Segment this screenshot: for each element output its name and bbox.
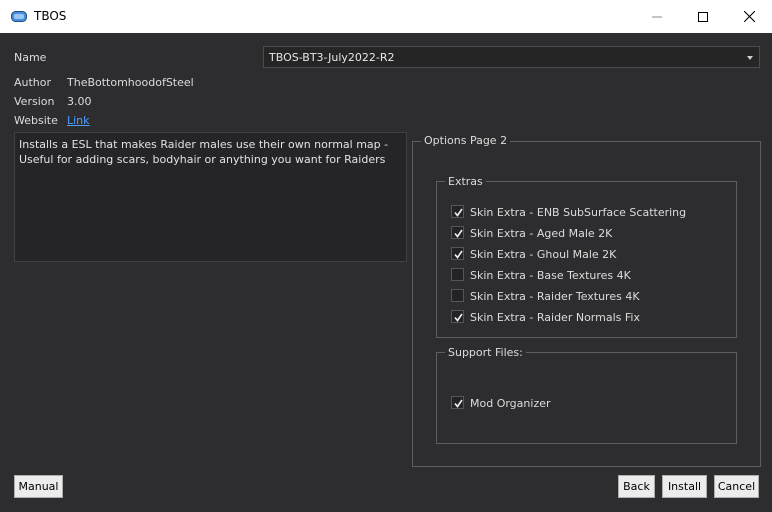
extras-item-label: Skin Extra - Aged Male 2K xyxy=(470,227,613,240)
extras-checkbox-0[interactable] xyxy=(451,205,464,218)
manual-button[interactable]: Manual xyxy=(14,475,63,498)
extras-item-label: Skin Extra - ENB SubSurface Scattering xyxy=(470,206,687,219)
website-link[interactable]: Link xyxy=(67,114,90,127)
app-icon xyxy=(11,11,27,22)
cancel-button[interactable]: Cancel xyxy=(714,475,759,498)
checkmark-icon xyxy=(454,399,463,408)
author-value: TheBottomhoodofSteel xyxy=(67,76,194,89)
extras-checkbox-4[interactable] xyxy=(451,289,464,302)
version-label: Version xyxy=(14,95,55,108)
support-files-group-title: Support Files: xyxy=(445,346,526,359)
name-label: Name xyxy=(14,51,47,64)
extras-checkbox-1[interactable] xyxy=(451,226,464,239)
chevron-down-icon xyxy=(747,56,753,60)
maximize-button[interactable] xyxy=(680,0,726,33)
checkmark-icon xyxy=(454,250,463,259)
window-title: TBOS xyxy=(34,9,67,23)
extras-checkbox-3[interactable] xyxy=(451,268,464,281)
checkmark-icon xyxy=(454,208,463,217)
extras-item-label: Skin Extra - Raider Textures 4K xyxy=(470,290,640,303)
extras-checkbox-5[interactable] xyxy=(451,310,464,323)
close-button[interactable] xyxy=(726,0,772,33)
support-item-label: Mod Organizer xyxy=(470,397,551,410)
minimize-icon xyxy=(652,16,662,17)
author-label: Author xyxy=(14,76,52,89)
description-box[interactable]: Installs a ESL that makes Raider males u… xyxy=(14,132,407,262)
checkmark-icon xyxy=(454,313,463,322)
options-page-title: Options Page 2 xyxy=(421,134,511,147)
close-icon xyxy=(743,11,755,22)
extras-item-label: Skin Extra - Raider Normals Fix xyxy=(470,311,640,324)
extras-checkbox-2[interactable] xyxy=(451,247,464,260)
extras-group-title: Extras xyxy=(445,175,486,188)
checkmark-icon xyxy=(454,229,463,238)
name-combobox[interactable]: TBOS-BT3-July2022-R2 xyxy=(263,46,760,68)
extras-item-label: Skin Extra - Ghoul Male 2K xyxy=(470,248,617,261)
name-combobox-value: TBOS-BT3-July2022-R2 xyxy=(269,51,395,64)
website-label: Website xyxy=(14,114,58,127)
minimize-button[interactable] xyxy=(634,0,680,33)
back-button[interactable]: Back xyxy=(618,475,655,498)
version-value: 3.00 xyxy=(67,95,92,108)
install-button[interactable]: Install xyxy=(662,475,707,498)
title-bar: TBOS xyxy=(0,0,772,33)
extras-item-label: Skin Extra - Base Textures 4K xyxy=(470,269,631,282)
maximize-icon xyxy=(698,11,708,22)
support-checkbox-0[interactable] xyxy=(451,396,464,409)
installer-window: TBOS Name TBOS-BT3-July2022-R2 Author Th… xyxy=(0,0,772,512)
